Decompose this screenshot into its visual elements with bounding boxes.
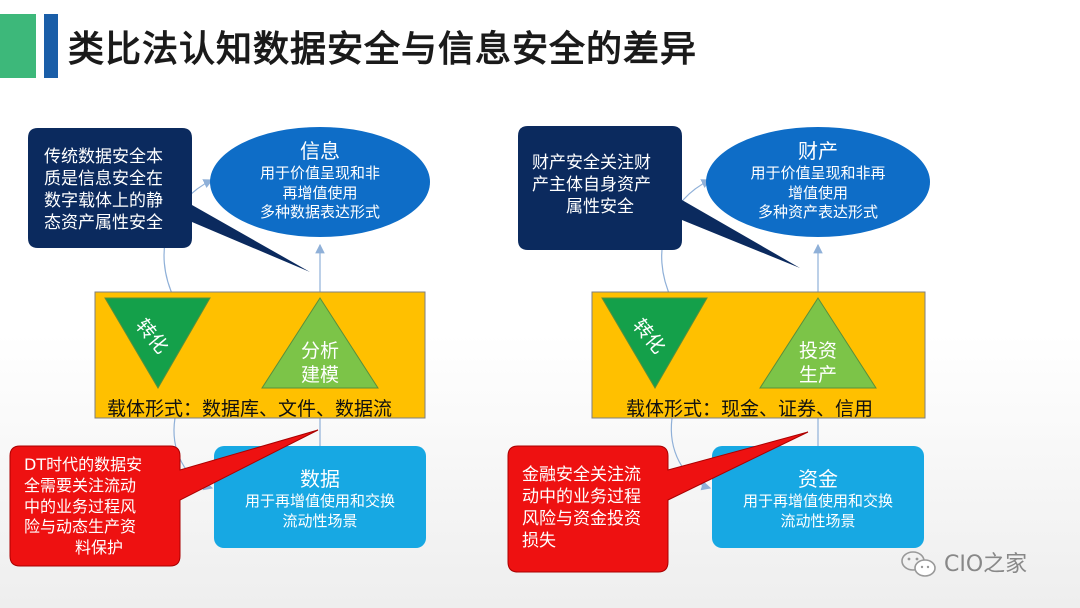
right-callout-bottom-text: 金融安全关注流 动中的业务过程 风险与资金投资 损失 <box>522 464 668 552</box>
right-property-line-3: 多种资产表达形式 <box>757 203 878 221</box>
left-callout-bottom-line-1: DT时代的数据安 <box>24 455 143 474</box>
left-callout-bottom-line-2: 全需要关注流动 <box>24 475 137 495</box>
left-info-line-3: 多种数据表达形式 <box>259 203 380 221</box>
left-callout-top-line-3: 数字载体上的静 <box>44 191 163 212</box>
left-callout-bottom-text: DT时代的数据安 全需要关注流动 中的业务过程风 险与动态生产资 料保护 <box>24 455 174 559</box>
right-fund-box-text: 资金 用于再增值使用和交换 流动性场景 <box>712 466 924 531</box>
right-carrier-label: 载体形式：现金、证券、信用 <box>626 398 874 420</box>
right-fund-line-2: 流动性场景 <box>780 511 856 530</box>
left-callout-top-text: 传统数据安全本 质是信息安全在 数字载体上的静 态资产属性安全 <box>44 146 189 234</box>
left-callout-top-line-1: 传统数据安全本 <box>44 147 163 167</box>
right-invest-line-2: 生产 <box>798 363 837 386</box>
wechat-icon <box>901 551 936 577</box>
right-callout-bottom-line-2: 动中的业务过程 <box>522 487 641 508</box>
left-info-line-1: 用于价值呈现和非 <box>259 164 380 182</box>
right-property-line-1: 用于价值呈现和非再 <box>750 164 886 182</box>
left-callout-top-line-4: 态资产属性安全 <box>44 213 163 234</box>
right-fund-heading: 资金 <box>798 467 838 491</box>
right-callout-bottom-line-4: 损失 <box>522 531 556 552</box>
right-callout-top-line-2: 产主体自身资产 <box>532 175 651 196</box>
left-info-line-2: 再增值使用 <box>282 183 358 202</box>
right-callout-bottom-line-3: 风险与资金投资 <box>522 509 641 530</box>
left-data-heading: 数据 <box>300 467 340 491</box>
left-model-line-2: 建模 <box>300 363 339 386</box>
left-carrier-label: 载体形式：数据库、文件、数据流 <box>107 398 393 420</box>
right-property-heading: 财产 <box>798 139 838 163</box>
right-callout-top-text: 财产安全关注财 产主体自身资产 属性安全 <box>532 152 677 218</box>
right-callout-top-line-1: 财产安全关注财 <box>532 153 651 173</box>
left-model-label: 分析 建模 <box>290 340 350 388</box>
left-model-line-1: 分析 <box>300 340 339 362</box>
right-callout-top-line-3: 属性安全 <box>566 197 634 218</box>
left-data-box-text: 数据 用于再增值使用和交换 流动性场景 <box>214 466 426 531</box>
right-fund-line-1: 用于再增值使用和交换 <box>742 492 893 510</box>
left-data-line-1: 用于再增值使用和交换 <box>244 492 395 510</box>
left-callout-bottom-line-4: 险与动态生产资 <box>24 517 137 537</box>
left-info-ellipse-text: 信息 用于价值呈现和非 再增值使用 多种数据表达形式 <box>230 138 410 223</box>
right-invest-line-1: 投资 <box>798 340 837 362</box>
right-invest-label: 投资 生产 <box>788 340 848 388</box>
right-callout-bottom-line-1: 金融安全关注流 <box>522 465 641 485</box>
right-property-line-2: 增值使用 <box>787 183 848 202</box>
left-callout-top-line-2: 质是信息安全在 <box>44 169 163 190</box>
right-property-ellipse-text: 财产 用于价值呈现和非再 增值使用 多种资产表达形式 <box>726 138 910 223</box>
left-info-heading: 信息 <box>300 139 340 163</box>
left-callout-bottom-line-3: 中的业务过程风 <box>24 496 137 516</box>
left-callout-bottom-line-5: 料保护 <box>74 538 123 558</box>
left-data-line-2: 流动性场景 <box>282 511 358 530</box>
watermark-text: CIO之家 <box>944 552 1028 577</box>
